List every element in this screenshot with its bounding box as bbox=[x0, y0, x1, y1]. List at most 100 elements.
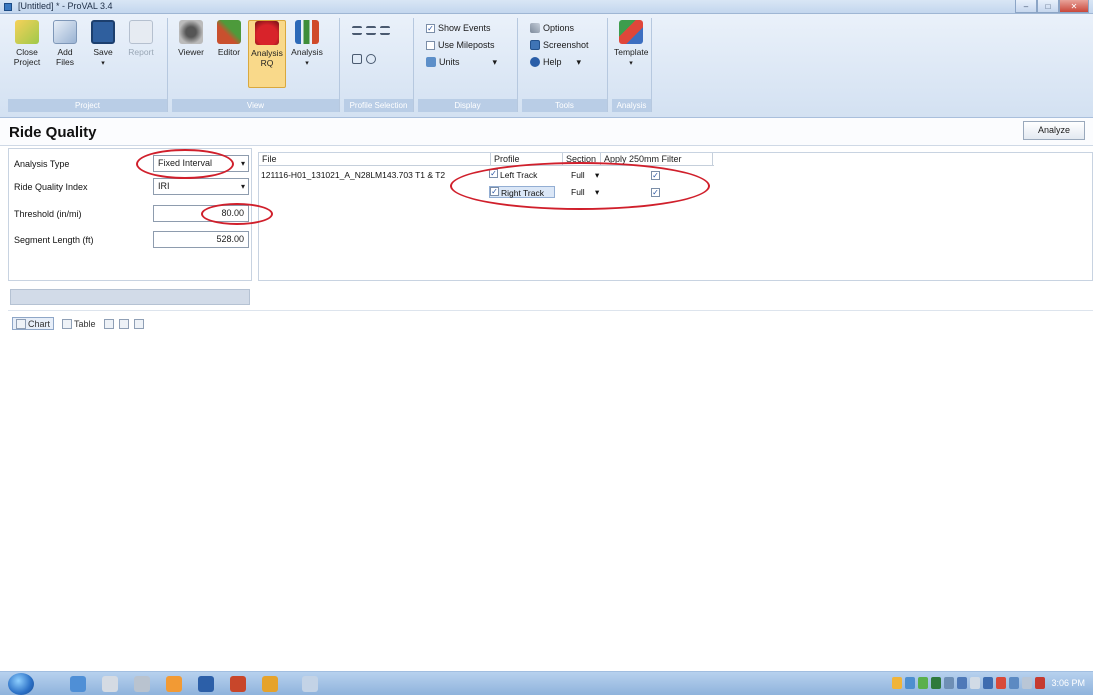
save-chart-icon[interactable] bbox=[118, 318, 129, 329]
app-icon-2[interactable] bbox=[102, 676, 118, 692]
template-label: Template bbox=[614, 47, 649, 57]
report-button[interactable]: Report bbox=[124, 20, 158, 57]
template-button[interactable]: Template ▾ bbox=[614, 20, 649, 69]
outlook-icon-2[interactable] bbox=[262, 676, 278, 692]
viewer-button[interactable]: Viewer bbox=[174, 20, 208, 57]
select-lasso-icon[interactable] bbox=[366, 54, 376, 64]
ribbon-group-analysis: Template ▾ Analysis bbox=[612, 18, 652, 112]
save-button[interactable]: Save ▾ bbox=[86, 20, 120, 69]
help-label: Help bbox=[543, 57, 562, 67]
powerpoint-icon[interactable] bbox=[230, 676, 246, 692]
minimize-button[interactable]: – bbox=[1015, 0, 1037, 13]
copy-icon[interactable] bbox=[103, 318, 114, 329]
save-dropdown-icon[interactable]: ▾ bbox=[101, 60, 105, 67]
system-tray bbox=[892, 677, 1045, 689]
taskbar: 3:06 PM bbox=[0, 671, 1093, 695]
ribbon-group-display: ✓ Show Events Use Mileposts Units ▾ Disp… bbox=[418, 18, 518, 112]
units-dropdown[interactable]: Units ▾ bbox=[426, 55, 497, 69]
tray-icon[interactable] bbox=[944, 677, 954, 689]
screenshot-button[interactable]: Screenshot bbox=[530, 38, 589, 52]
options-button[interactable]: Options bbox=[530, 21, 574, 35]
page-header: Ride Quality Analyze bbox=[0, 118, 1093, 146]
use-mileposts-toggle[interactable]: Use Mileposts bbox=[426, 38, 495, 52]
analysis-button[interactable]: Analysis ▾ bbox=[290, 20, 324, 69]
start-button[interactable] bbox=[8, 673, 34, 695]
proval-taskbar-icon[interactable] bbox=[302, 676, 318, 692]
align-right-icon[interactable] bbox=[380, 26, 390, 35]
tray-icon[interactable] bbox=[983, 677, 993, 689]
help-button[interactable]: Help ▾ bbox=[530, 55, 581, 69]
window-title: [Untitled] * - ProVAL 3.4 bbox=[18, 1, 113, 11]
window-controls: – □ ✕ bbox=[1015, 0, 1089, 14]
analysis-rq-label: Analysis RQ bbox=[251, 48, 283, 68]
rqi-select[interactable]: IRI ▾ bbox=[153, 178, 249, 195]
add-files-button[interactable]: Add Files bbox=[48, 20, 82, 67]
app-icon bbox=[4, 3, 12, 11]
editor-button[interactable]: Editor bbox=[212, 20, 246, 57]
results-selector[interactable] bbox=[10, 289, 250, 305]
network-icon[interactable] bbox=[1009, 677, 1019, 689]
bar-chart-icon bbox=[295, 20, 319, 44]
align-buttons bbox=[352, 26, 390, 35]
tray-icon[interactable] bbox=[918, 677, 928, 689]
tray-icon[interactable] bbox=[957, 677, 967, 689]
show-events-checkbox[interactable]: ✓ bbox=[426, 23, 435, 33]
annotation-ellipse bbox=[136, 149, 234, 179]
outlook-icon[interactable] bbox=[166, 676, 182, 692]
volume-icon[interactable] bbox=[1022, 677, 1032, 689]
show-events-toggle[interactable]: ✓ Show Events bbox=[426, 21, 491, 35]
tray-icon[interactable] bbox=[905, 677, 915, 689]
align-center-icon[interactable] bbox=[366, 26, 376, 35]
editor-icon bbox=[217, 20, 241, 44]
title-bar: [Untitled] * - ProVAL 3.4 – □ ✕ bbox=[0, 0, 1093, 14]
maximize-button[interactable]: □ bbox=[1037, 0, 1059, 13]
tray-icon[interactable] bbox=[970, 677, 980, 689]
analysis-type-label: Analysis Type bbox=[14, 159, 70, 169]
ribbon-group-view: Viewer Editor Analysis RQ Analysis ▾ Vie… bbox=[172, 18, 340, 112]
print-icon[interactable] bbox=[133, 318, 144, 329]
tab-table[interactable]: Table bbox=[59, 317, 99, 330]
analyze-button[interactable]: Analyze bbox=[1023, 121, 1085, 140]
chart-icon bbox=[16, 318, 26, 329]
units-label: Units bbox=[439, 57, 460, 67]
use-mileposts-label: Use Mileposts bbox=[438, 40, 495, 50]
ie-icon[interactable] bbox=[70, 676, 86, 692]
analysis-dropdown-icon[interactable]: ▾ bbox=[305, 60, 309, 67]
clock[interactable]: 3:06 PM bbox=[1051, 678, 1085, 688]
word-icon[interactable] bbox=[198, 676, 214, 692]
ribbon-group-label-display: Display bbox=[418, 99, 517, 112]
column-header-file[interactable]: File bbox=[259, 153, 491, 165]
select-rect-icon[interactable] bbox=[352, 54, 362, 64]
analysis-rq-button[interactable]: Analysis RQ bbox=[248, 20, 286, 88]
annotation-ellipse bbox=[450, 162, 710, 210]
flag-icon[interactable] bbox=[1035, 677, 1045, 689]
tray-icon[interactable] bbox=[892, 677, 902, 689]
screenshot-icon bbox=[530, 40, 540, 50]
align-left-icon[interactable] bbox=[352, 26, 362, 35]
wrench-icon bbox=[530, 23, 540, 33]
use-mileposts-checkbox[interactable] bbox=[426, 40, 435, 50]
analysis-label: Analysis bbox=[291, 47, 323, 57]
divider bbox=[8, 310, 1093, 311]
ribbon: Close Project Add Files Save ▾ Report Pr… bbox=[0, 14, 1093, 118]
close-project-label: Close Project bbox=[13, 47, 41, 67]
template-dropdown-icon[interactable]: ▾ bbox=[629, 60, 633, 67]
annotation-ellipse bbox=[201, 203, 273, 225]
ribbon-group-label-tools: Tools bbox=[522, 99, 607, 112]
selection-tools bbox=[352, 54, 376, 64]
report-label: Report bbox=[128, 47, 154, 57]
close-project-button[interactable]: Close Project bbox=[10, 20, 44, 67]
help-dropdown-icon[interactable]: ▾ bbox=[577, 57, 582, 68]
units-dropdown-icon[interactable]: ▾ bbox=[493, 57, 498, 68]
tray-icon[interactable] bbox=[996, 677, 1006, 689]
tab-chart[interactable]: Chart bbox=[12, 317, 55, 330]
segment-length-input[interactable]: 528.00 bbox=[153, 231, 249, 248]
signal-icon[interactable] bbox=[931, 677, 941, 689]
close-button[interactable]: ✕ bbox=[1059, 0, 1089, 13]
report-icon bbox=[129, 20, 153, 44]
folder-icon[interactable] bbox=[134, 676, 150, 692]
screenshot-label: Screenshot bbox=[543, 40, 589, 50]
ribbon-group-profile-selection: Profile Selection bbox=[344, 18, 414, 112]
units-icon bbox=[426, 57, 436, 67]
ribbon-group-label-project: Project bbox=[8, 99, 167, 112]
